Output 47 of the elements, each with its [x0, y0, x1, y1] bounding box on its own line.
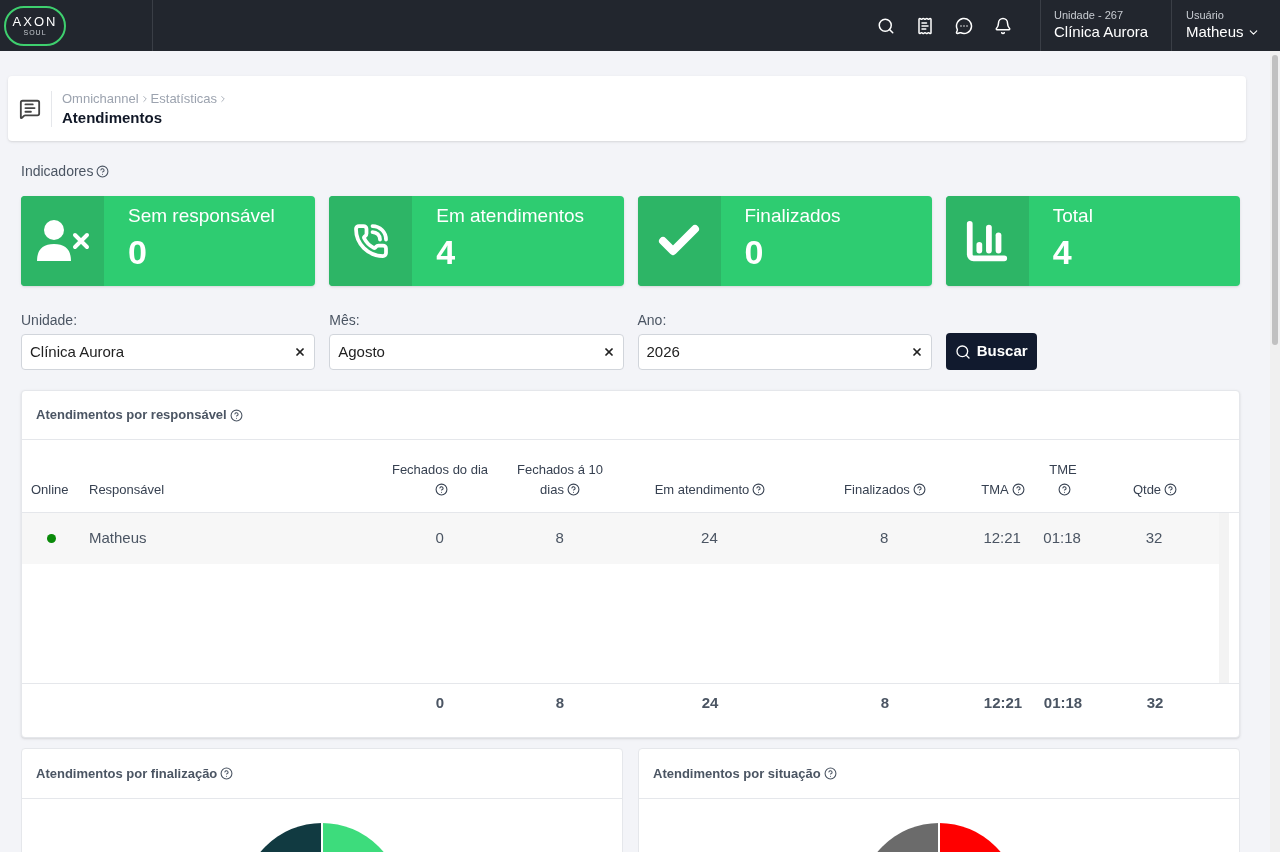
- field-label: Unidade:: [21, 311, 79, 330]
- total-cell: 0: [435, 694, 445, 712]
- table-cell: 12:21: [983, 529, 1021, 547]
- card-title: Atendimentos por finalização: [36, 764, 218, 783]
- indicator-value: 4: [1052, 231, 1073, 273]
- indicator-label: Sem responsável: [128, 204, 275, 228]
- total-cell: 24: [701, 694, 719, 712]
- column-header: Qtde: [1132, 481, 1178, 497]
- total-cell: 32: [1146, 694, 1164, 712]
- indicator-value: 4: [436, 231, 457, 273]
- table-cell: 8: [555, 529, 564, 547]
- column-header: Fechados do dia: [391, 462, 489, 497]
- column-header: Em atendimento: [654, 481, 766, 497]
- card-title: Atendimentos por responsável: [36, 406, 227, 425]
- indicator-label: Finalizados: [744, 204, 841, 228]
- table-cell: 0: [435, 529, 444, 547]
- column-header: Responsável: [89, 481, 165, 497]
- table-row[interactable]: Matheus 0 8 24 8 12:21 01:18 32: [22, 513, 1219, 564]
- total-cell: 12:21: [983, 694, 1023, 712]
- indicator-value: 0: [744, 231, 765, 273]
- total-cell: 01:18: [1043, 694, 1083, 712]
- select-field[interactable]: 2026: [637, 334, 932, 370]
- search-button[interactable]: Buscar: [945, 333, 1037, 370]
- column-header: TME: [1049, 462, 1077, 497]
- indicator-value: 0: [128, 231, 148, 273]
- table-cell: 32: [1145, 529, 1163, 547]
- page-title: Atendimentos: [62, 108, 163, 128]
- field-label: Mês:: [329, 311, 361, 330]
- card-title: Atendimentos por situação: [653, 764, 821, 783]
- section-title: Indicadores: [21, 163, 94, 179]
- table-cell: Matheus: [88, 529, 147, 547]
- total-cell: 8: [880, 694, 890, 712]
- unit-label: Unidade - 267: [1054, 9, 1125, 23]
- total-cell: 8: [555, 694, 565, 712]
- table-cell: 24: [701, 529, 718, 547]
- column-header: Fechados á 10 dias: [517, 462, 603, 497]
- column-header: TMA: [981, 481, 1025, 497]
- select-field[interactable]: Agosto: [329, 334, 624, 370]
- table-cell: 01:18: [1043, 529, 1081, 547]
- table-cell: 8: [880, 529, 889, 547]
- indicator-label: Total: [1052, 204, 1093, 228]
- column-header: Finalizados: [844, 481, 926, 497]
- unit-name: Clínica Aurora: [1054, 23, 1150, 42]
- field-label: Ano:: [637, 311, 668, 330]
- select-field[interactable]: Clínica Aurora: [21, 334, 316, 370]
- indicator-label: Em atendimentos: [436, 204, 585, 228]
- column-header: Online: [31, 481, 69, 497]
